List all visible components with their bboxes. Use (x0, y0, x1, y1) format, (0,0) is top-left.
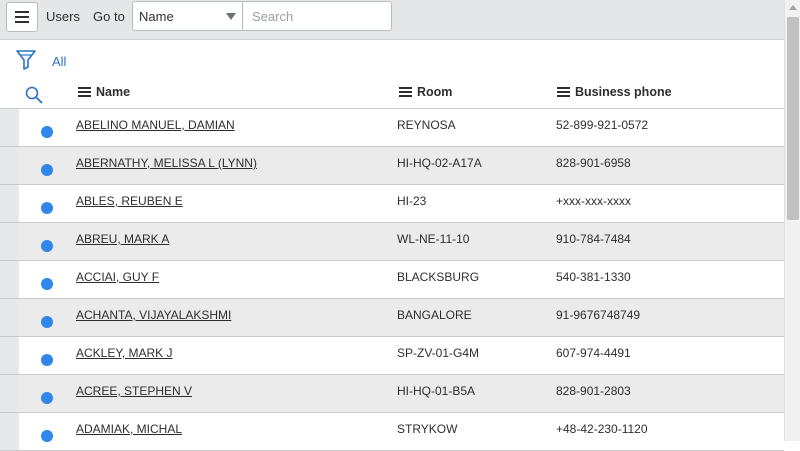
user-room: BANGALORE (397, 308, 472, 322)
user-room: SP-ZV-01-G4M (397, 346, 480, 360)
column-menu-icon[interactable] (78, 87, 91, 97)
column-header-phone-label: Business phone (575, 85, 672, 99)
goto-label: Go to (93, 9, 125, 24)
status-dot-icon (41, 430, 53, 442)
row-edge (0, 261, 19, 298)
status-dot-icon (41, 392, 53, 404)
table-row[interactable]: ADAMIAK, MICHAL STRYKOW +48-42-230-1120 (0, 413, 784, 451)
user-business-phone: 910-784-7484 (556, 232, 631, 246)
user-business-phone: +xxx-xxx-xxxx (556, 194, 631, 208)
user-room: BLACKSBURG (397, 270, 480, 284)
search-input[interactable] (242, 1, 392, 31)
user-business-phone: 52-899-921-0572 (556, 118, 649, 132)
column-header-row: Name Room Business phone (0, 81, 784, 109)
funnel-filter-icon[interactable] (16, 49, 36, 71)
user-room: HI-HQ-02-A17A (397, 156, 482, 170)
table-row[interactable]: ABELINO MANUEL, DAMIAN REYNOSA 52-899-92… (0, 109, 784, 147)
status-dot-icon (41, 240, 53, 252)
table-row[interactable]: ABERNATHY, MELISSA L (LYNN) HI-HQ-02-A17… (0, 147, 784, 185)
user-name-link[interactable]: ACREE, STEPHEN V (76, 384, 192, 398)
user-name-link[interactable]: ABERNATHY, MELISSA L (LYNN) (76, 156, 257, 170)
row-edge (0, 147, 19, 184)
row-edge (0, 109, 19, 146)
row-edge (0, 413, 19, 450)
table-row[interactable]: ACREE, STEPHEN V HI-HQ-01-B5A 828-901-28… (0, 375, 784, 413)
row-edge (0, 223, 19, 260)
user-business-phone: 828-901-2803 (556, 384, 631, 398)
table-row[interactable]: ACHANTA, VIJAYALAKSHMI BANGALORE 91-9676… (0, 299, 784, 337)
user-name-link[interactable]: ACCIAI, GUY F (76, 270, 159, 284)
scroll-up-arrow-icon[interactable] (789, 5, 797, 10)
scrollbar-thumb[interactable] (787, 17, 799, 220)
column-menu-icon[interactable] (399, 87, 412, 97)
user-room: REYNOSA (397, 118, 456, 132)
table-row[interactable]: ACCIAI, GUY F BLACKSBURG 540-381-1330 (0, 261, 784, 299)
user-business-phone: 540-381-1330 (556, 270, 631, 284)
user-name-link[interactable]: ACKLEY, MARK J (76, 346, 172, 360)
filter-bar: All (0, 41, 784, 81)
user-room: HI-HQ-01-B5A (397, 384, 476, 398)
status-dot-icon (41, 278, 53, 290)
list-title: Users (46, 9, 80, 24)
table-row[interactable]: ABLES, REUBEN E HI-23 +xxx-xxx-xxxx (0, 185, 784, 223)
status-dot-icon (41, 126, 53, 138)
users-table-body: ABELINO MANUEL, DAMIAN REYNOSA 52-899-92… (0, 109, 784, 451)
row-edge (0, 185, 19, 222)
column-header-name[interactable]: Name (78, 85, 130, 99)
filter-breadcrumb-all[interactable]: All (52, 54, 66, 69)
row-edge (0, 375, 19, 412)
column-menu-icon[interactable] (557, 87, 570, 97)
user-room: WL-NE-11-10 (397, 232, 470, 246)
user-name-link[interactable]: ACHANTA, VIJAYALAKSHMI (76, 308, 231, 322)
status-dot-icon (41, 202, 53, 214)
goto-field-value: Name (139, 9, 174, 24)
user-business-phone: +48-42-230-1120 (556, 422, 648, 436)
user-name-link[interactable]: ADAMIAK, MICHAL (76, 422, 182, 436)
user-room: HI-23 (397, 194, 427, 208)
caret-down-icon (226, 13, 236, 20)
user-business-phone: 91-9676748749 (556, 308, 641, 322)
user-business-phone: 828-901-6958 (556, 156, 631, 170)
user-room: STRYKOW (397, 422, 458, 436)
status-dot-icon (41, 354, 53, 366)
vertical-scrollbar[interactable] (784, 0, 800, 441)
hamburger-menu-icon (15, 11, 29, 23)
list-header-bar: Users Go to Name (0, 0, 784, 40)
user-name-link[interactable]: ABELINO MANUEL, DAMIAN (76, 118, 235, 132)
list-menu-button[interactable] (6, 2, 38, 32)
row-edge (0, 337, 19, 374)
status-dot-icon (41, 164, 53, 176)
user-business-phone: 607-974-4491 (556, 346, 631, 360)
status-dot-icon (41, 316, 53, 328)
row-edge (0, 299, 19, 336)
column-header-name-label: Name (96, 85, 131, 99)
table-row[interactable]: ACKLEY, MARK J SP-ZV-01-G4M 607-974-4491 (0, 337, 784, 375)
user-name-link[interactable]: ABLES, REUBEN E (76, 194, 183, 208)
column-header-room[interactable]: Room (399, 85, 452, 99)
magnifier-search-icon[interactable] (25, 86, 43, 104)
column-header-phone[interactable]: Business phone (557, 85, 672, 99)
table-row[interactable]: ABREU, MARK A WL-NE-11-10 910-784-7484 (0, 223, 784, 261)
user-name-link[interactable]: ABREU, MARK A (76, 232, 169, 246)
goto-field-select[interactable]: Name (132, 1, 243, 31)
column-header-room-label: Room (417, 85, 453, 99)
